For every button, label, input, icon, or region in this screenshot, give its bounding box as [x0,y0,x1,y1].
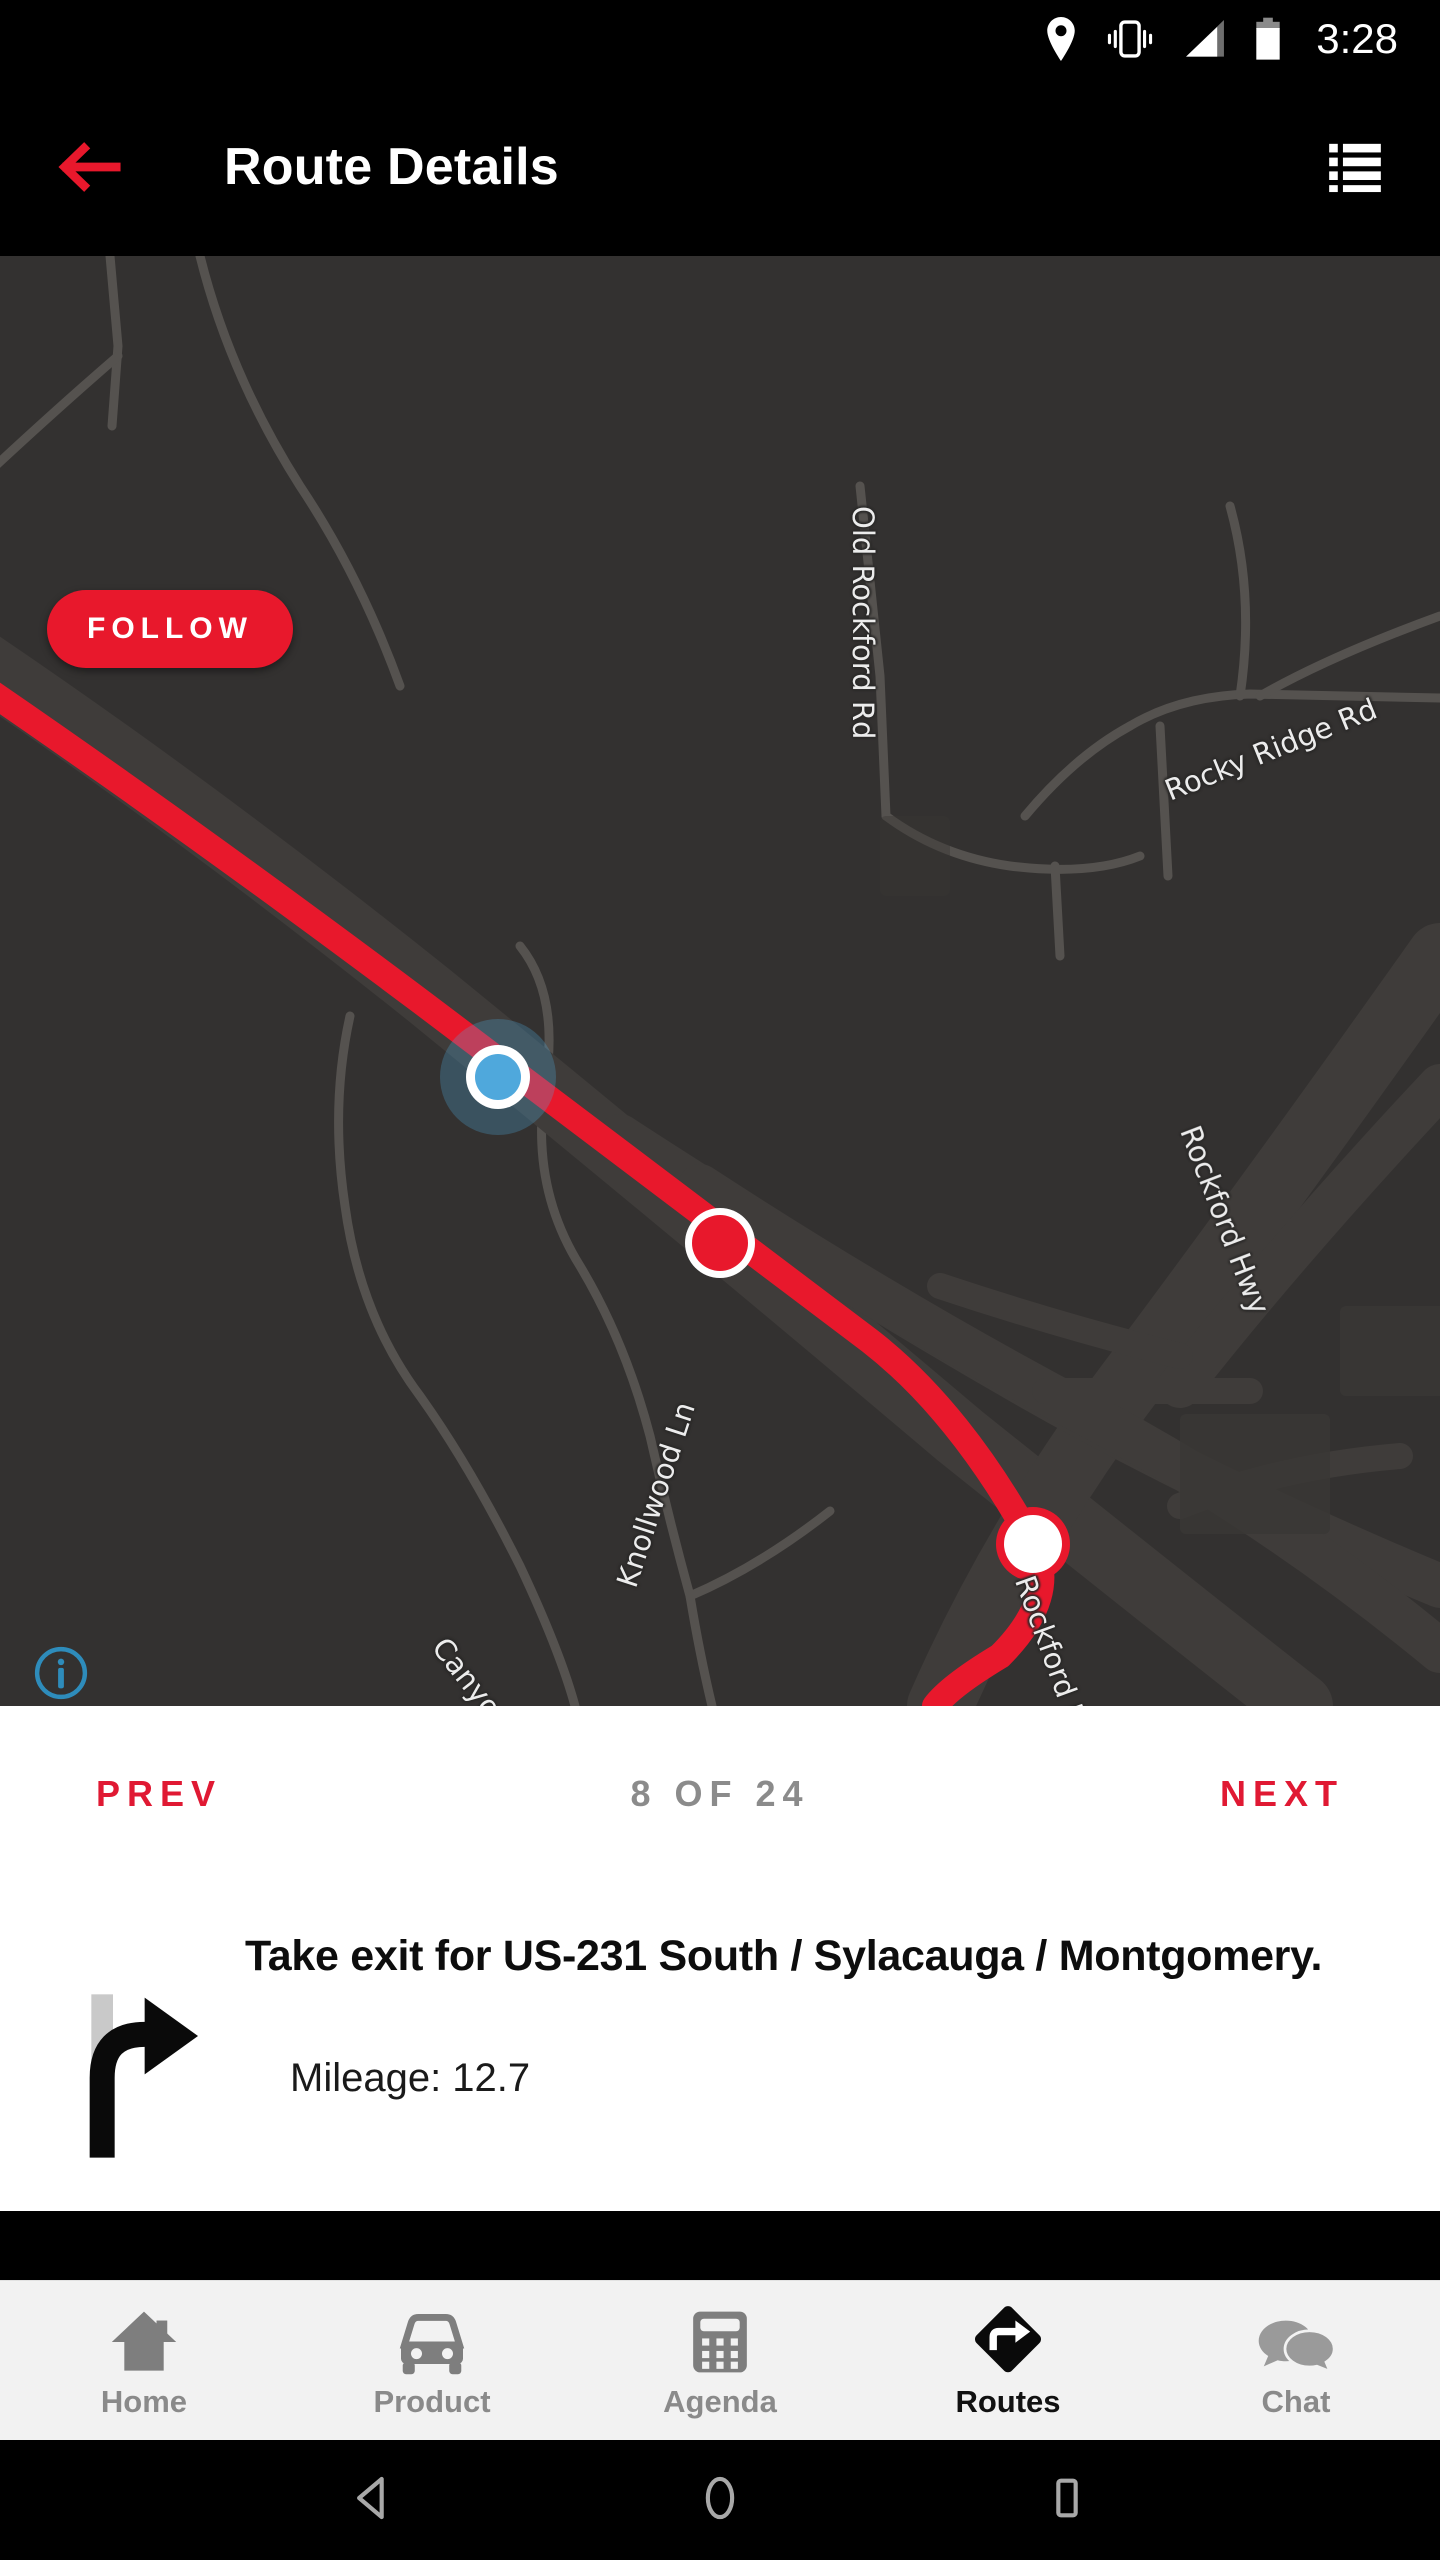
tab-chat[interactable]: Chat [1152,2281,1440,2440]
tab-product[interactable]: Product [288,2281,576,2440]
mileage-label: Mileage: 12.7 [290,2056,531,2101]
bottom-tab-bar: Home Product Agenda Routes Chat [0,2280,1440,2440]
status-time: 3:28 [1316,15,1398,62]
tab-label: Chat [1261,2384,1331,2419]
tab-label: Product [373,2384,491,2419]
calendar-icon [687,2304,753,2376]
home-circle-icon[interactable] [694,2472,746,2529]
tab-routes[interactable]: Routes [864,2281,1152,2440]
recents-square-icon[interactable] [1041,2472,1093,2529]
tab-agenda[interactable]: Agenda [576,2281,864,2440]
vibrate-icon [1104,17,1156,61]
map-canvas[interactable]: Old Rockford Rd Rocky Ridge Rd Rockford … [0,256,1440,1706]
back-arrow-icon[interactable] [58,138,128,196]
page-title: Route Details [224,138,559,196]
instruction-block: Take exit for US-231 South / Sylacauga /… [0,1881,1440,2211]
home-icon [108,2304,180,2376]
car-icon [394,2304,470,2376]
route-waypoint-marker[interactable] [996,1507,1070,1581]
tab-label: Home [100,2384,188,2419]
location-pin-icon [1044,17,1078,61]
follow-button[interactable]: FOLLOW [47,590,293,668]
current-location-marker[interactable] [440,1019,556,1135]
route-stop-marker[interactable] [685,1208,755,1278]
tab-label: Agenda [663,2384,777,2419]
route-step-sheet: PREV 8 OF 24 NEXT Take exit for US-231 S… [0,1706,1440,2211]
list-icon[interactable] [1324,134,1386,201]
next-step-button[interactable]: NEXT [1220,1773,1344,1815]
chat-icon [1257,2304,1335,2376]
maneuver-instruction: Take exit for US-231 South / Sylacauga /… [245,1932,1323,1980]
signal-icon [1182,17,1228,61]
step-navigation: PREV 8 OF 24 NEXT [0,1706,1440,1881]
battery-icon [1254,17,1282,61]
tab-home[interactable]: Home [0,2281,288,2440]
status-bar: 3:28 [0,0,1440,78]
exit-right-arrow-icon [40,1881,245,2211]
routes-icon [971,2304,1045,2376]
map-roads [0,256,1440,1706]
prev-step-button[interactable]: PREV [96,1773,222,1815]
app-bar: Route Details [0,78,1440,256]
tab-label: Routes [955,2384,1061,2419]
step-counter: 8 OF 24 [630,1772,810,1814]
road-label: Old Rockford Rd [846,506,880,740]
back-triangle-icon[interactable] [347,2472,399,2529]
android-navigation-bar [0,2440,1440,2560]
